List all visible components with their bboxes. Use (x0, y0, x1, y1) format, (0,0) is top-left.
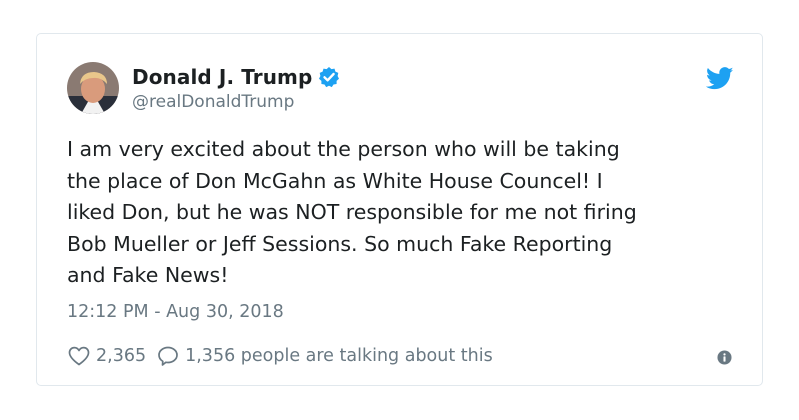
tweet-text-line: Bob Mueller or Jeff Sessions. So much Fa… (67, 231, 613, 256)
author-handle[interactable]: @realDonaldTrump (132, 92, 340, 112)
tweet-text-line: I am very excited about the person who w… (67, 137, 620, 161)
avatar[interactable] (67, 62, 119, 114)
tweet-actions: 2,365 1,356 people are talking about thi… (67, 344, 493, 368)
twitter-bird-icon[interactable] (705, 67, 734, 90)
speech-bubble-icon[interactable] (156, 344, 180, 368)
tweet-text-line: and Fake News! (67, 263, 229, 287)
heart-icon[interactable] (67, 344, 91, 368)
tweet-text: I am very excited about the person who w… (67, 134, 747, 292)
tweet-author[interactable]: Donald J. Trump @realDonaldTrump (132, 64, 340, 112)
author-name[interactable]: Donald J. Trump (132, 65, 312, 89)
tweet-text-line: liked Don, but he was NOT responsible fo… (67, 200, 637, 224)
verified-badge-icon (318, 66, 340, 88)
embedded-tweet-card: Donald J. Trump @realDonaldTrump I am ve… (36, 33, 763, 386)
conversation-count[interactable]: 1,356 people are talking about this (185, 346, 493, 366)
tweet-text-line: the place of Don McGahn as White House C… (67, 168, 603, 193)
tweet-timestamp[interactable]: 12:12 PM - Aug 30, 2018 (67, 302, 284, 322)
info-icon[interactable] (717, 350, 732, 365)
like-count[interactable]: 2,365 (96, 346, 146, 366)
